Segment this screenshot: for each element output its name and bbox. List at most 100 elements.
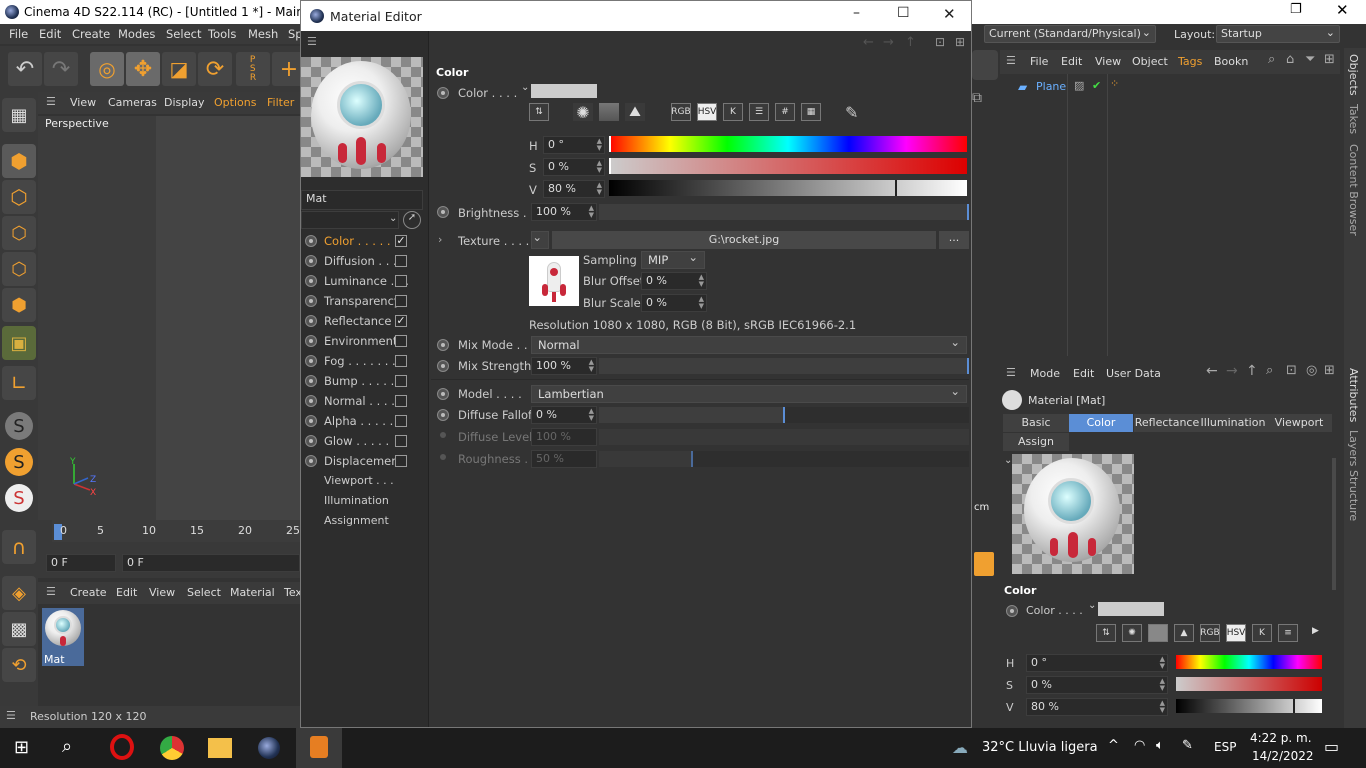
restore-icon[interactable]: ❐ — [1290, 2, 1302, 17]
channel-6[interactable]: Fog . . . . . . . — [305, 353, 425, 371]
forward-arrow-icon[interactable]: → — [1226, 363, 1238, 379]
channel-7[interactable]: Bump . . . . . — [305, 373, 425, 391]
material-name-field[interactable]: Mat — [301, 190, 423, 210]
menu-tools[interactable]: Tools — [208, 27, 236, 41]
attr-color-swatch[interactable] — [1098, 602, 1164, 616]
clock-time[interactable]: 4:22 p. m. — [1250, 731, 1312, 745]
mat-menu-select[interactable]: Select — [187, 586, 221, 599]
menu-mesh[interactable]: Mesh — [248, 27, 278, 41]
channel-radio[interactable] — [305, 355, 317, 367]
active-app-highlight[interactable] — [296, 728, 342, 768]
obj-menu-bookmarks[interactable]: Bookn — [1214, 55, 1248, 68]
attr-color-radio[interactable] — [1006, 605, 1018, 617]
workplane-icon[interactable]: ◈ — [2, 576, 36, 610]
channel-1[interactable]: Diffusion . . . . — [305, 253, 425, 271]
filter-dropdown-icon[interactable]: ⌄ — [389, 213, 397, 224]
channel-2[interactable]: Luminance . . . — [305, 273, 425, 291]
material-filter-field[interactable] — [301, 211, 399, 229]
attr-tab-assign[interactable]: Assign — [1003, 433, 1069, 451]
s-slider[interactable] — [609, 158, 967, 174]
psr-icon[interactable]: PSR — [236, 52, 270, 86]
attr-tab-reflectance[interactable]: Reflectance — [1134, 414, 1200, 432]
volume-icon[interactable]: 🔈︎ — [1156, 738, 1164, 753]
cinema4d-taskbar-icon[interactable] — [258, 737, 280, 759]
attr-h-slider[interactable] — [1176, 655, 1322, 669]
menu-file[interactable]: File — [9, 27, 28, 41]
snap-s-icon[interactable]: S — [5, 412, 33, 440]
channel-checkbox[interactable] — [395, 455, 407, 467]
hsv-button[interactable]: HSV — [697, 103, 717, 121]
color-radio[interactable] — [437, 87, 449, 99]
attr-tab-color[interactable]: Color — [1069, 414, 1133, 432]
tray-chevron-icon[interactable]: ^ — [1108, 738, 1119, 753]
target-icon[interactable]: ◎ — [1306, 363, 1317, 378]
cube-grid-icon[interactable]: ▦ — [2, 98, 36, 132]
attr-s-field[interactable]: 0 % ▲ ▼ — [1026, 676, 1168, 694]
attr-hsv-button[interactable]: HSV — [1226, 624, 1246, 642]
timeline[interactable]: 0 5 10 15 20 25 0 F 0 F — [38, 520, 300, 578]
k-button[interactable]: K — [723, 103, 743, 121]
brightness-radio[interactable] — [437, 206, 449, 218]
vp-menu-display[interactable]: Display — [164, 96, 205, 109]
channel-checkbox[interactable] — [395, 295, 407, 307]
channel-checkbox[interactable]: ✓ — [395, 315, 407, 327]
channel-9[interactable]: Alpha . . . . . — [305, 413, 425, 431]
image-icon[interactable]: ▲ — [1174, 624, 1194, 642]
lock-icon[interactable]: ⊡ — [935, 35, 945, 49]
mix-mode-dropdown[interactable]: Normal — [531, 335, 967, 354]
vtab-structure[interactable]: Structure — [1347, 470, 1360, 521]
back-arrow-icon[interactable]: ← — [1206, 363, 1218, 379]
attr-menu-edit[interactable]: Edit — [1073, 367, 1094, 380]
texture-path-field[interactable]: G:\rocket.jpg — [552, 231, 936, 249]
layout-select[interactable]: Startup ⌄ — [1216, 25, 1340, 43]
channel-radio[interactable] — [305, 335, 317, 347]
current-frame-field[interactable]: 0 F — [46, 554, 116, 572]
attr-tab-illumination[interactable]: Illumination — [1200, 414, 1266, 432]
object-row-plane[interactable]: Plane — [1036, 80, 1066, 93]
sliders-icon[interactable]: ≡ — [1278, 624, 1298, 642]
hamburger-icon[interactable]: ☰ — [1006, 366, 1016, 379]
notifications-icon[interactable]: ▭ — [1324, 737, 1339, 756]
filter-icon[interactable]: ⏷ — [1305, 52, 1315, 67]
attr-menu-user-data[interactable]: User Data — [1106, 367, 1161, 380]
search-icon[interactable]: ⌕ — [1266, 363, 1273, 378]
points-mode-icon[interactable]: ⬡ — [2, 216, 36, 250]
h-field[interactable]: 0 ° ▲ ▼ — [543, 136, 605, 154]
hamburger-icon[interactable]: ☰ — [307, 35, 317, 48]
close-icon[interactable]: ✕ — [943, 5, 956, 23]
vtab-content-browser[interactable]: Content Browser — [1347, 144, 1360, 236]
windows-start-icon[interactable]: ⊞ — [14, 737, 29, 758]
back-arrow-icon[interactable]: ← — [863, 35, 874, 50]
scale-tool-icon[interactable]: ◪ — [162, 52, 196, 86]
channel-extra-2[interactable]: Assignment — [324, 514, 389, 527]
h-thumb[interactable] — [609, 136, 611, 152]
cursor-pick-icon[interactable]: ➚ — [403, 211, 421, 229]
vtab-attributes[interactable]: Attributes — [1347, 368, 1360, 422]
mat-menu-edit[interactable]: Edit — [116, 586, 137, 599]
material-preview[interactable] — [301, 57, 423, 177]
diffuse-falloff-field[interactable]: 0 % ▲ ▼ — [531, 406, 597, 424]
channel-checkbox[interactable] — [395, 375, 407, 387]
channel-radio[interactable] — [305, 375, 317, 387]
color-expand-icon[interactable]: ⌄ — [521, 82, 529, 93]
channel-0[interactable]: Color . . . . . ✓ — [305, 233, 425, 251]
spectrum-icon[interactable] — [1148, 624, 1168, 642]
attr-v-thumb[interactable] — [1292, 699, 1295, 713]
chrome-icon[interactable] — [160, 736, 184, 760]
hamburger-icon[interactable]: ☰ — [6, 709, 16, 722]
channel-checkbox[interactable] — [395, 275, 407, 287]
search-icon[interactable]: ⌕ — [1268, 52, 1275, 67]
s-thumb[interactable] — [609, 158, 611, 174]
channel-checkbox[interactable] — [395, 335, 407, 347]
attr-rgb-button[interactable]: RGB — [1200, 624, 1220, 642]
attr-h-field[interactable]: 0 ° ▲ ▼ — [1026, 654, 1168, 672]
lock-icon[interactable]: ⊡ — [1286, 363, 1297, 378]
texture-browse-button[interactable]: ... — [939, 231, 969, 249]
eyedropper-icon[interactable]: ✎ — [845, 103, 858, 122]
channel-checkbox[interactable] — [395, 395, 407, 407]
channel-4[interactable]: Reflectance ✓ — [305, 313, 425, 331]
brightness-field[interactable]: 100 % ▲ ▼ — [531, 203, 597, 221]
vp-menu-filter[interactable]: Filter — [267, 96, 294, 109]
grid-rotate-icon[interactable]: ⟲ — [2, 648, 36, 682]
minimize-icon[interactable]: – — [853, 5, 860, 21]
